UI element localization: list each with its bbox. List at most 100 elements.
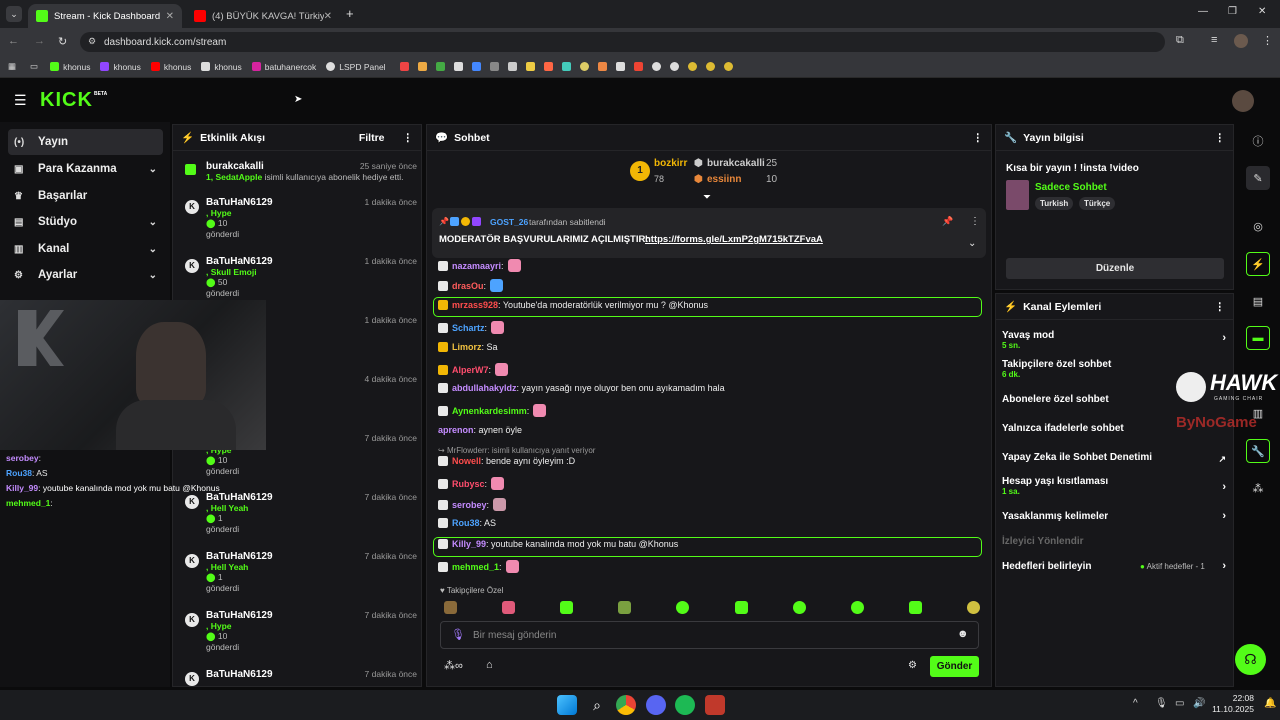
more-options-icon[interactable]: ⋮ xyxy=(403,132,414,144)
nav-item-yayin[interactable]: (•) Yayın xyxy=(8,129,163,155)
chat-username[interactable]: Rou38 xyxy=(452,518,480,528)
chat-username[interactable]: Limorz xyxy=(452,342,482,352)
maximize-window-icon[interactable]: ❐ xyxy=(1228,6,1237,17)
action-raid[interactable]: İzleyici Yönlendir xyxy=(1002,536,1226,547)
chat-username[interactable]: mehmed_1 xyxy=(452,562,499,572)
lightning-icon[interactable]: ⚡ xyxy=(1246,252,1270,276)
emote-icon[interactable] xyxy=(676,601,690,614)
tray-chevron-icon[interactable]: ^ xyxy=(1133,698,1138,709)
user-avatar[interactable] xyxy=(1232,90,1254,112)
browser-tab-kick[interactable]: Stream - Kick Dashboard ✕ xyxy=(28,4,182,28)
address-bar[interactable]: ⚙ dashboard.kick.com/stream xyxy=(80,32,1165,52)
action-set-goals[interactable]: Hedefleri belirleyin ● Aktif hedefler - 1… xyxy=(1002,560,1226,572)
chat-settings-icon[interactable]: ⚙ xyxy=(908,660,917,671)
info-icon[interactable]: ⓘ xyxy=(1246,129,1270,153)
chevron-down-icon[interactable]: ⌄ xyxy=(968,238,976,249)
edit-button[interactable]: Düzenle xyxy=(1006,258,1224,279)
apps-grid-icon[interactable]: ▦ xyxy=(8,61,16,72)
site-info-icon[interactable]: ⚙ xyxy=(88,36,96,47)
integrations-icon[interactable]: ⁂ xyxy=(1246,476,1270,500)
search-icon[interactable]: ⌕ xyxy=(587,695,607,715)
back-icon[interactable]: ← xyxy=(8,35,19,47)
tag[interactable]: Türkçe xyxy=(1079,197,1116,210)
emote-icon[interactable] xyxy=(792,601,806,614)
emote-icon[interactable] xyxy=(618,601,632,614)
chat-input[interactable]: 🎙 Bir mesaj gönderin ☻ xyxy=(440,621,979,649)
category-name[interactable]: Sadece Sohbet xyxy=(1035,182,1107,193)
chat-username[interactable]: Schartz xyxy=(452,323,485,333)
edit-pencil-icon[interactable]: ✎ xyxy=(1246,166,1270,190)
discord-icon[interactable] xyxy=(646,695,666,715)
pinned-message[interactable]: 📌 GOST_26 tarafından sabitlendi 📌 ⋮ MODE… xyxy=(432,208,986,258)
emote-icon[interactable] xyxy=(444,601,457,614)
bookmark-instagram[interactable]: batuhanercok xyxy=(251,62,316,72)
action-ai-moderation[interactable]: Yapay Zeka ile Sohbet Denetimi ↗ xyxy=(1002,452,1226,464)
more-options-icon[interactable]: ⋮ xyxy=(970,216,980,227)
clipboard-icon[interactable]: ▥ xyxy=(1246,401,1270,425)
notification-bell-icon[interactable]: 🔔 xyxy=(1264,698,1276,709)
chat-bubble-icon[interactable]: ▬ xyxy=(1246,326,1270,350)
wrench-icon[interactable]: 🔧 xyxy=(1246,439,1270,463)
browser-tab-youtube[interactable]: (4) BÜYÜK KAVGA! Türkiye'de Y ✕ xyxy=(186,4,340,28)
store-icon[interactable]: ⌂ xyxy=(486,659,493,671)
chat-username[interactable]: Nowell xyxy=(452,456,481,466)
collapse-arrow-icon[interactable]: ⏷ xyxy=(703,192,711,203)
close-tab-icon[interactable]: ✕ xyxy=(166,11,174,22)
volume-icon[interactable]: 🔊 xyxy=(1193,698,1205,709)
chat-username[interactable]: Aynenkardesimm xyxy=(452,406,527,416)
emote-icon[interactable] xyxy=(560,601,574,614)
more-options-icon[interactable]: ⋮ xyxy=(1215,132,1226,144)
chat-username[interactable]: abdullahakyldz xyxy=(452,383,517,393)
bookmark-khonus-youtube[interactable]: khonus xyxy=(150,62,191,72)
action-banned-words[interactable]: Yasaklanmış kelimeler › xyxy=(1002,510,1226,522)
app-icon[interactable] xyxy=(705,695,725,715)
new-tab-button[interactable]: + xyxy=(346,6,354,21)
chat-username[interactable]: drasOu xyxy=(452,281,484,291)
kick-logo[interactable]: KICK xyxy=(40,89,93,112)
bookmark-icons-row[interactable] xyxy=(399,62,733,71)
kick-coins-infinity-icon[interactable]: ⁂∞ xyxy=(444,659,463,672)
unpin-icon[interactable]: 📌 xyxy=(942,216,953,227)
emoji-icon[interactable]: ☻ xyxy=(957,628,969,640)
close-window-icon[interactable]: ✕ xyxy=(1258,6,1266,17)
chat-username[interactable]: Killy_99 xyxy=(452,539,486,549)
reload-icon[interactable]: ↻ xyxy=(58,35,67,48)
document-icon[interactable]: ▤ xyxy=(1246,289,1270,313)
more-options-icon[interactable]: ⋮ xyxy=(973,132,984,144)
reading-list-icon[interactable]: ≡ xyxy=(1211,34,1217,46)
tab-menu-button[interactable]: ⌄ xyxy=(6,6,22,22)
spotify-icon[interactable] xyxy=(675,695,695,715)
send-button[interactable]: Gönder xyxy=(930,656,979,677)
nav-item-kanal[interactable]: ▥ Kanal ⌄ xyxy=(8,236,163,262)
bookmark-khonus-kick[interactable]: khonus xyxy=(50,62,90,72)
action-account-age[interactable]: Hesap yaşı kısıtlaması 1 sa. › xyxy=(1002,476,1226,496)
microphone-tray-icon[interactable]: 🎙 xyxy=(1155,698,1168,709)
hamburger-menu-icon[interactable]: ☰ xyxy=(14,92,27,109)
emote-icon[interactable] xyxy=(502,601,516,614)
close-tab-icon[interactable]: ✕ xyxy=(324,11,332,22)
clock[interactable]: 22:08 11.10.2025 xyxy=(1210,693,1254,715)
chat-username[interactable]: AlperW7 xyxy=(452,365,489,375)
chat-username[interactable]: mrzass928 xyxy=(452,300,498,310)
support-button[interactable]: ☊ xyxy=(1235,644,1266,675)
emote-icon[interactable] xyxy=(908,601,922,614)
emote-icon[interactable] xyxy=(734,601,748,614)
chat-username[interactable]: Rubysc xyxy=(452,479,485,489)
extensions-icon[interactable]: ⧉ xyxy=(1176,34,1184,47)
emote-icon[interactable] xyxy=(966,601,980,614)
action-slow-mode[interactable]: Yavaş mod 5 sn. › xyxy=(1002,330,1226,350)
bookmark-khonus-x[interactable]: khonus xyxy=(201,62,242,72)
nav-item-studyo[interactable]: ▤ Stüdyo ⌄ xyxy=(8,209,163,235)
nav-item-basarilar[interactable]: ♛ Başarılar xyxy=(8,183,163,209)
nav-item-ayarlar[interactable]: ⚙ Ayarlar ⌄ xyxy=(8,262,163,288)
pinned-link[interactable]: https://forms.gle/LxmP2gM715kTZFvaA xyxy=(645,234,823,245)
bookmark-lspd[interactable]: LSPD Panel xyxy=(326,62,386,72)
windows-start-icon[interactable] xyxy=(557,695,577,715)
profile-avatar[interactable] xyxy=(1234,34,1248,48)
browser-menu-icon[interactable]: ⋮ xyxy=(1262,34,1273,47)
nav-item-para-kazanma[interactable]: ▣ Para Kazanma ⌄ xyxy=(8,156,163,182)
filter-button[interactable]: Filtre xyxy=(359,132,385,144)
forward-icon[interactable]: → xyxy=(34,35,45,47)
chat-username[interactable]: aprenon xyxy=(438,425,474,435)
bookmark-khonus-twitch[interactable]: khonus xyxy=(100,62,141,72)
